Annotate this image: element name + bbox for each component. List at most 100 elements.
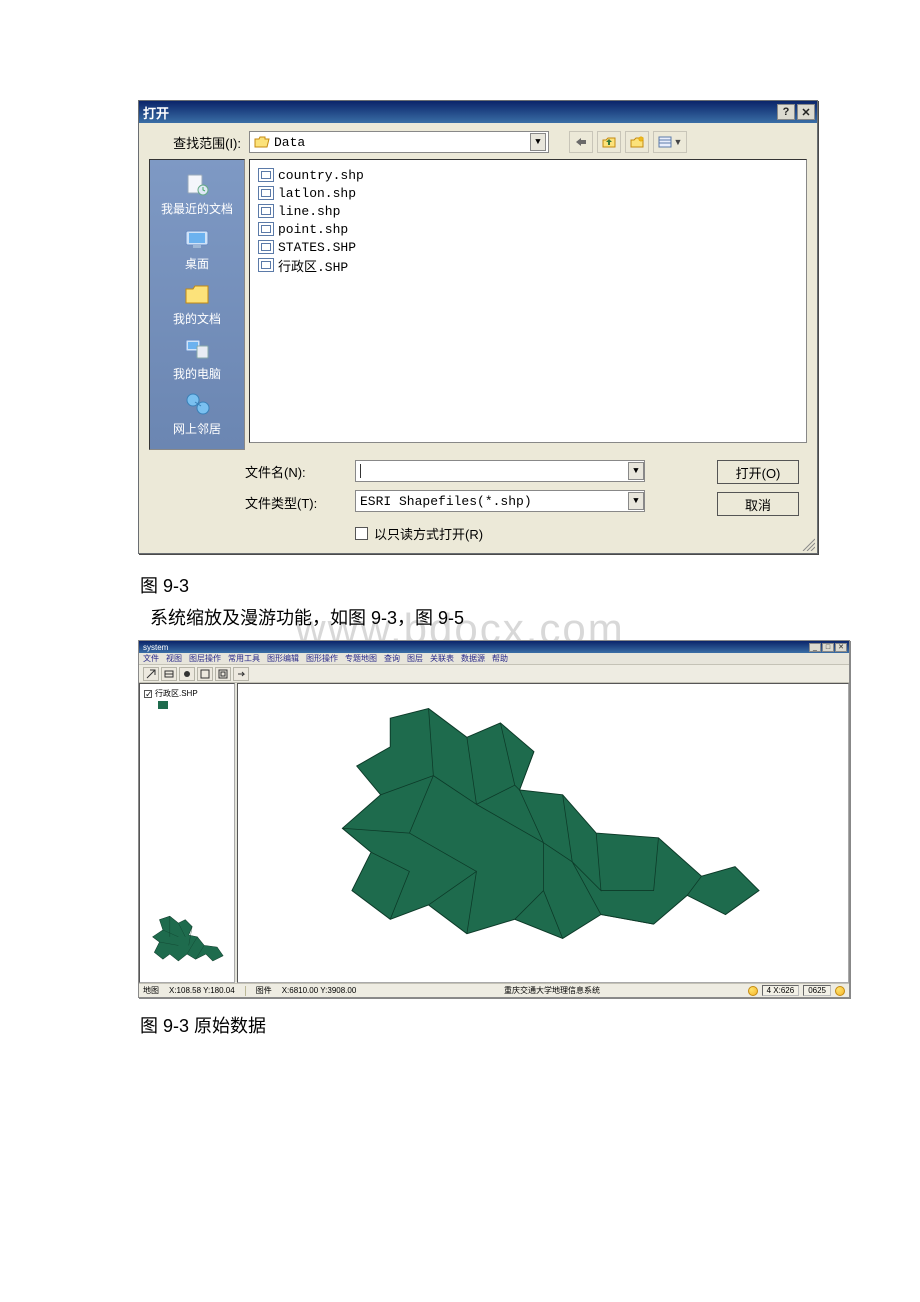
menu-item[interactable]: 图层 — [407, 653, 423, 664]
file-item[interactable]: point.shp — [258, 220, 798, 238]
resize-grip-icon[interactable] — [801, 537, 815, 551]
file-name: STATES.SHP — [278, 240, 356, 255]
layer-checkbox[interactable] — [144, 690, 152, 698]
file-item[interactable]: STATES.SHP — [258, 238, 798, 256]
dialog-title: 打开 — [143, 103, 775, 122]
file-item[interactable]: latlon.shp — [258, 184, 798, 202]
place-mydocs[interactable]: 我的文档 — [152, 278, 242, 331]
overview-map — [144, 906, 230, 978]
nav-views-button[interactable]: ▼ — [653, 131, 687, 153]
place-desktop[interactable]: 桌面 — [152, 223, 242, 276]
open-file-dialog: 打开 ? ✕ 查找范围(I): Data ▼ — [138, 100, 818, 554]
toolbar-button[interactable] — [215, 667, 231, 681]
layer-name: 行政区.SHP — [155, 688, 198, 699]
layer-item[interactable]: 行政区.SHP — [144, 688, 230, 699]
filetype-value: ESRI Shapefiles(*.shp) — [360, 494, 532, 509]
menu-item[interactable]: 图层操作 — [189, 653, 221, 664]
description-text: 系统缩放及漫游功能，如图 9-3，图 9-5 — [150, 604, 890, 630]
status-doc-label: 图件 — [256, 985, 272, 996]
menu-item[interactable]: 图形编辑 — [267, 653, 299, 664]
globe-icon — [748, 986, 758, 996]
nav-back-button[interactable] — [569, 131, 593, 153]
place-label: 我的电脑 — [152, 365, 242, 382]
place-computer[interactable]: 我的电脑 — [152, 333, 242, 386]
shp-file-icon — [258, 222, 274, 236]
menu-item[interactable]: 专题地图 — [345, 653, 377, 664]
dialog-titlebar[interactable]: 打开 ? ✕ — [139, 101, 817, 123]
status-center-text: 重庆交通大学地理信息系统 — [366, 985, 737, 996]
filetype-label: 文件类型(T): — [245, 493, 355, 512]
file-name: 行政区.SHP — [278, 256, 348, 275]
filetype-dropdown[interactable]: ESRI Shapefiles(*.shp) ▼ — [355, 490, 645, 512]
maximize-button[interactable]: □ — [822, 643, 834, 652]
dropdown-arrow-icon[interactable]: ▼ — [628, 462, 644, 480]
menu-item[interactable]: 文件 — [143, 653, 159, 664]
gis-menubar[interactable]: 文件 视图 图层操作 常用工具 图形编辑 图形操作 专题地图 查询 图层 关联表… — [139, 653, 849, 665]
file-item[interactable]: 行政区.SHP — [258, 256, 798, 274]
place-recent[interactable]: 我最近的文档 — [152, 168, 242, 221]
lookin-dropdown[interactable]: Data ▼ — [249, 131, 549, 153]
toolbar-button[interactable] — [143, 667, 159, 681]
menu-item[interactable]: 帮助 — [492, 653, 508, 664]
toolbar-button[interactable] — [233, 667, 249, 681]
nav-up-button[interactable] — [597, 131, 621, 153]
shp-file-icon — [258, 204, 274, 218]
file-item[interactable]: line.shp — [258, 202, 798, 220]
readonly-label: 以只读方式打开(R) — [374, 524, 483, 543]
figure-caption-2: 图 9-3 原始数据 — [140, 1012, 890, 1038]
dropdown-arrow-icon[interactable]: ▼ — [530, 133, 546, 151]
shp-file-icon — [258, 240, 274, 254]
nav-newfolder-button[interactable] — [625, 131, 649, 153]
minimize-button[interactable]: _ — [809, 643, 821, 652]
file-list[interactable]: country.shp latlon.shp line.shp point.sh… — [249, 159, 807, 443]
status-map-coords: X:108.58 Y:180.04 — [169, 986, 235, 995]
file-item[interactable]: country.shp — [258, 166, 798, 184]
shp-file-icon — [258, 168, 274, 182]
cancel-button[interactable]: 取消 — [717, 492, 799, 516]
folder-icon — [181, 280, 213, 308]
place-label: 我的文档 — [152, 310, 242, 327]
place-label: 网上邻居 — [152, 420, 242, 437]
help-button[interactable]: ? — [777, 104, 795, 120]
status-pane-b: 0625 — [803, 985, 831, 996]
file-name: line.shp — [278, 204, 340, 219]
recent-docs-icon — [181, 170, 213, 198]
gis-statusbar: 地图 X:108.58 Y:180.04 图件 X:6810.00 Y:3908… — [139, 983, 849, 997]
menu-item[interactable]: 查询 — [384, 653, 400, 664]
dropdown-arrow-icon[interactable]: ▼ — [628, 492, 644, 510]
place-label: 我最近的文档 — [152, 200, 242, 217]
layer-swatch — [158, 701, 168, 709]
readonly-checkbox[interactable] — [355, 527, 368, 540]
status-map-label: 地图 — [143, 985, 159, 996]
filename-input[interactable]: ▼ — [355, 460, 645, 482]
figure-caption-1: 图 9-3 — [140, 572, 890, 598]
computer-icon — [181, 335, 213, 363]
toolbar-button[interactable] — [161, 667, 177, 681]
shp-file-icon — [258, 258, 274, 272]
file-name: country.shp — [278, 168, 364, 183]
filename-label: 文件名(N): — [245, 462, 355, 481]
gis-map-canvas[interactable] — [237, 683, 849, 983]
close-button[interactable]: ✕ — [835, 643, 847, 652]
menu-item[interactable]: 视图 — [166, 653, 182, 664]
menu-item[interactable]: 常用工具 — [228, 653, 260, 664]
network-icon — [181, 390, 213, 418]
toolbar-button[interactable] — [179, 667, 195, 681]
gis-titlebar[interactable]: system _ □ ✕ — [139, 641, 849, 653]
open-button[interactable]: 打开(O) — [717, 460, 799, 484]
file-name: point.shp — [278, 222, 348, 237]
shp-file-icon — [258, 186, 274, 200]
gis-title: system — [143, 643, 808, 652]
status-pane-a: 4 X:626 — [762, 985, 800, 996]
status-doc-coords: X:6810.00 Y:3908.00 — [282, 986, 357, 995]
gis-app-screenshot: system _ □ ✕ 文件 视图 图层操作 常用工具 图形编辑 图形操作 专… — [138, 640, 850, 998]
menu-item[interactable]: 数据源 — [461, 653, 485, 664]
place-network[interactable]: 网上邻居 — [152, 388, 242, 441]
globe-icon — [835, 986, 845, 996]
menu-item[interactable]: 关联表 — [430, 653, 454, 664]
places-bar: 我最近的文档 桌面 我的文档 — [149, 159, 245, 450]
file-name: latlon.shp — [278, 186, 356, 201]
menu-item[interactable]: 图形操作 — [306, 653, 338, 664]
close-button[interactable]: ✕ — [797, 104, 815, 120]
toolbar-button[interactable] — [197, 667, 213, 681]
